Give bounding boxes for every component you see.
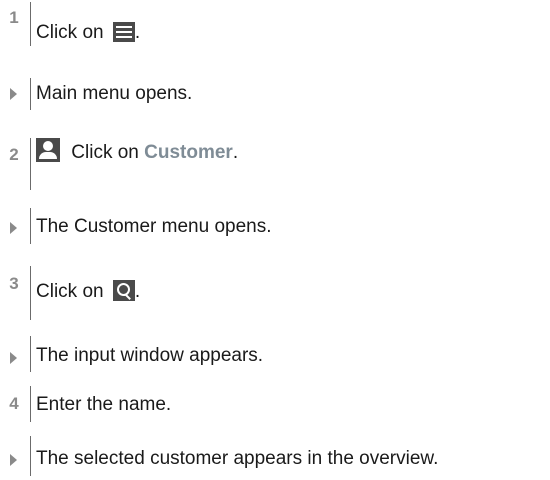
step-number: 1 (9, 8, 19, 27)
step-text-after: . (134, 281, 141, 302)
step-1: 1 Click on . (0, 0, 550, 50)
result-arrow-icon (6, 86, 22, 102)
step-text-after: . (232, 142, 239, 163)
result-2: The Customer menu opens. (0, 208, 550, 244)
step-divider (30, 2, 31, 46)
step-number: 4 (9, 394, 19, 413)
step-2: 2 Click on Customer. (0, 138, 550, 190)
result-divider (30, 208, 31, 244)
step-3: 3 Click on . (0, 266, 550, 320)
result-arrow-icon (6, 350, 22, 366)
search-icon (112, 280, 135, 301)
step-divider (30, 138, 31, 190)
result-divider (30, 436, 31, 476)
result-text: The input window appears. (36, 345, 264, 366)
step-text-before: Click on (36, 22, 109, 43)
result-text: The Customer menu opens. (36, 216, 272, 237)
person-icon (36, 138, 60, 162)
result-text: The selected customer appears in the ove… (36, 448, 439, 469)
result-3: The input window appears. (0, 336, 550, 372)
step-text: Click on . (36, 22, 140, 44)
step-text: Enter the name. (36, 394, 172, 415)
step-text: Click on . (36, 280, 140, 303)
customer-highlight: Customer (144, 142, 233, 163)
step-text-before: Click on (36, 281, 109, 302)
result-divider (30, 336, 31, 372)
result-text: Main menu opens. (36, 83, 193, 104)
step-divider (30, 266, 31, 320)
result-arrow-icon (6, 452, 22, 468)
step-divider (30, 386, 31, 422)
result-divider (30, 78, 31, 110)
result-1: Main menu opens. (0, 78, 550, 112)
menu-icon (112, 22, 135, 42)
step-4: 4 Enter the name. (0, 386, 550, 422)
step-number: 3 (9, 274, 19, 293)
result-arrow-icon (6, 220, 22, 236)
step-text-before: Click on (66, 142, 145, 163)
step-text: Click on Customer. (36, 138, 238, 164)
result-4: The selected customer appears in the ove… (0, 436, 550, 476)
step-number: 2 (9, 145, 19, 164)
step-text-after: . (134, 22, 141, 43)
